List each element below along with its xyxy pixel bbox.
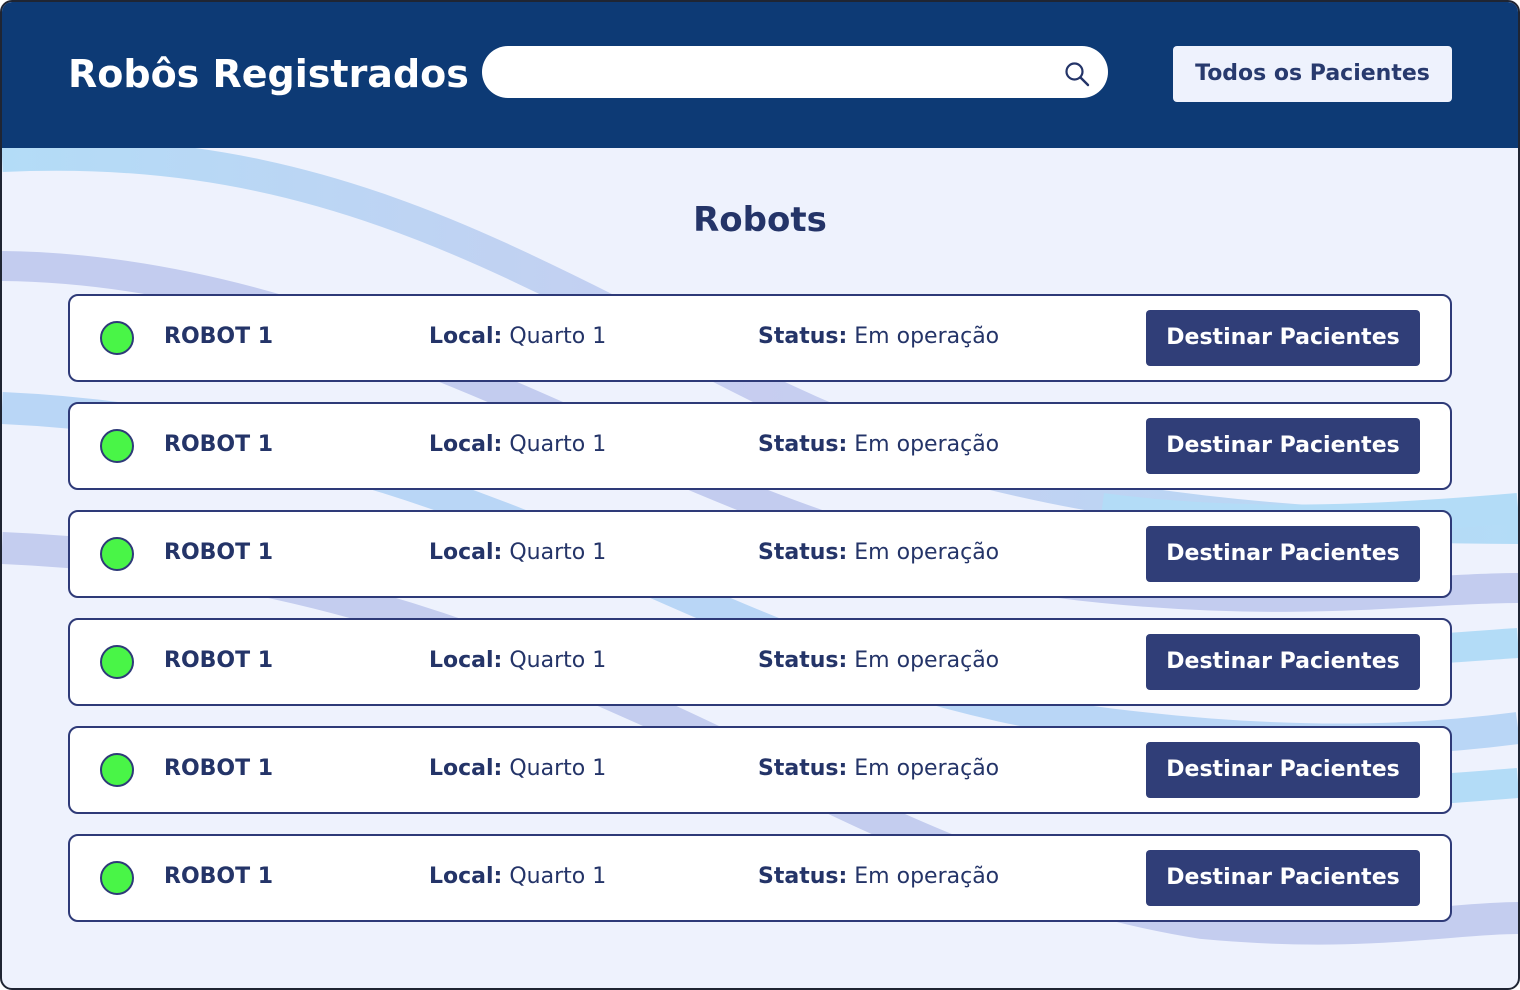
assign-patients-button[interactable]: Destinar Pacientes (1146, 742, 1420, 798)
status-dot-icon (100, 645, 134, 679)
assign-patients-button[interactable]: Destinar Pacientes (1146, 526, 1420, 582)
assign-patients-button[interactable]: Destinar Pacientes (1146, 310, 1420, 366)
app-title: Robôs Registrados (68, 52, 469, 96)
robot-status: Status: Em operação (758, 754, 999, 784)
robot-local: Local: Quarto 1 (429, 646, 606, 676)
local-label: Local: (429, 648, 503, 673)
status-value: Em operação (854, 756, 1000, 781)
status-value: Em operação (854, 864, 1000, 889)
assign-patients-button[interactable]: Destinar Pacientes (1146, 850, 1420, 906)
assign-patients-button[interactable]: Destinar Pacientes (1146, 418, 1420, 474)
robot-local: Local: Quarto 1 (429, 430, 606, 460)
robot-local: Local: Quarto 1 (429, 862, 606, 892)
local-value: Quarto 1 (509, 648, 607, 673)
status-label: Status: (758, 324, 848, 349)
status-dot-icon (100, 321, 134, 355)
robot-name: ROBOT 1 (164, 648, 274, 673)
robot-name: ROBOT 1 (164, 540, 274, 565)
local-label: Local: (429, 540, 503, 565)
status-dot-icon (100, 429, 134, 463)
robot-row: ROBOT 1 Local: Quarto 1 Status: Em opera… (68, 834, 1452, 922)
robot-status: Status: Em operação (758, 538, 999, 568)
search-bar[interactable] (482, 46, 1108, 98)
status-label: Status: (758, 864, 848, 889)
local-label: Local: (429, 432, 503, 457)
search-input[interactable] (504, 54, 1058, 92)
robot-row: ROBOT 1 Local: Quarto 1 Status: Em opera… (68, 510, 1452, 598)
local-value: Quarto 1 (509, 540, 607, 565)
local-value: Quarto 1 (509, 432, 607, 457)
app-window: Robôs Registrados Todos os Pacientes Rob… (0, 0, 1520, 990)
robot-name: ROBOT 1 (164, 864, 274, 889)
status-label: Status: (758, 432, 848, 457)
robot-status: Status: Em operação (758, 430, 999, 460)
status-value: Em operação (854, 648, 1000, 673)
local-value: Quarto 1 (509, 756, 607, 781)
robot-name: ROBOT 1 (164, 756, 274, 781)
robot-status: Status: Em operação (758, 646, 999, 676)
robot-local: Local: Quarto 1 (429, 538, 606, 568)
status-label: Status: (758, 648, 848, 673)
robot-status: Status: Em operação (758, 322, 999, 352)
robot-row: ROBOT 1 Local: Quarto 1 Status: Em opera… (68, 402, 1452, 490)
status-label: Status: (758, 756, 848, 781)
robot-row: ROBOT 1 Local: Quarto 1 Status: Em opera… (68, 294, 1452, 382)
status-dot-icon (100, 861, 134, 895)
robot-list: ROBOT 1 Local: Quarto 1 Status: Em opera… (68, 294, 1452, 942)
local-value: Quarto 1 (509, 324, 607, 349)
status-label: Status: (758, 540, 848, 565)
assign-patients-button[interactable]: Destinar Pacientes (1146, 634, 1420, 690)
status-value: Em operação (854, 540, 1000, 565)
robot-local: Local: Quarto 1 (429, 754, 606, 784)
local-label: Local: (429, 864, 503, 889)
local-value: Quarto 1 (509, 864, 607, 889)
status-value: Em operação (854, 324, 1000, 349)
local-label: Local: (429, 324, 503, 349)
search-icon[interactable] (1064, 61, 1090, 87)
section-title: Robots (693, 200, 827, 240)
robot-name: ROBOT 1 (164, 432, 274, 457)
top-bar: Robôs Registrados Todos os Pacientes (2, 2, 1518, 148)
status-dot-icon (100, 537, 134, 571)
local-label: Local: (429, 756, 503, 781)
robot-row: ROBOT 1 Local: Quarto 1 Status: Em opera… (68, 726, 1452, 814)
status-dot-icon (100, 753, 134, 787)
all-patients-button[interactable]: Todos os Pacientes (1173, 46, 1452, 102)
robot-name: ROBOT 1 (164, 324, 274, 349)
robot-status: Status: Em operação (758, 862, 999, 892)
robot-local: Local: Quarto 1 (429, 322, 606, 352)
status-value: Em operação (854, 432, 1000, 457)
robot-row: ROBOT 1 Local: Quarto 1 Status: Em opera… (68, 618, 1452, 706)
